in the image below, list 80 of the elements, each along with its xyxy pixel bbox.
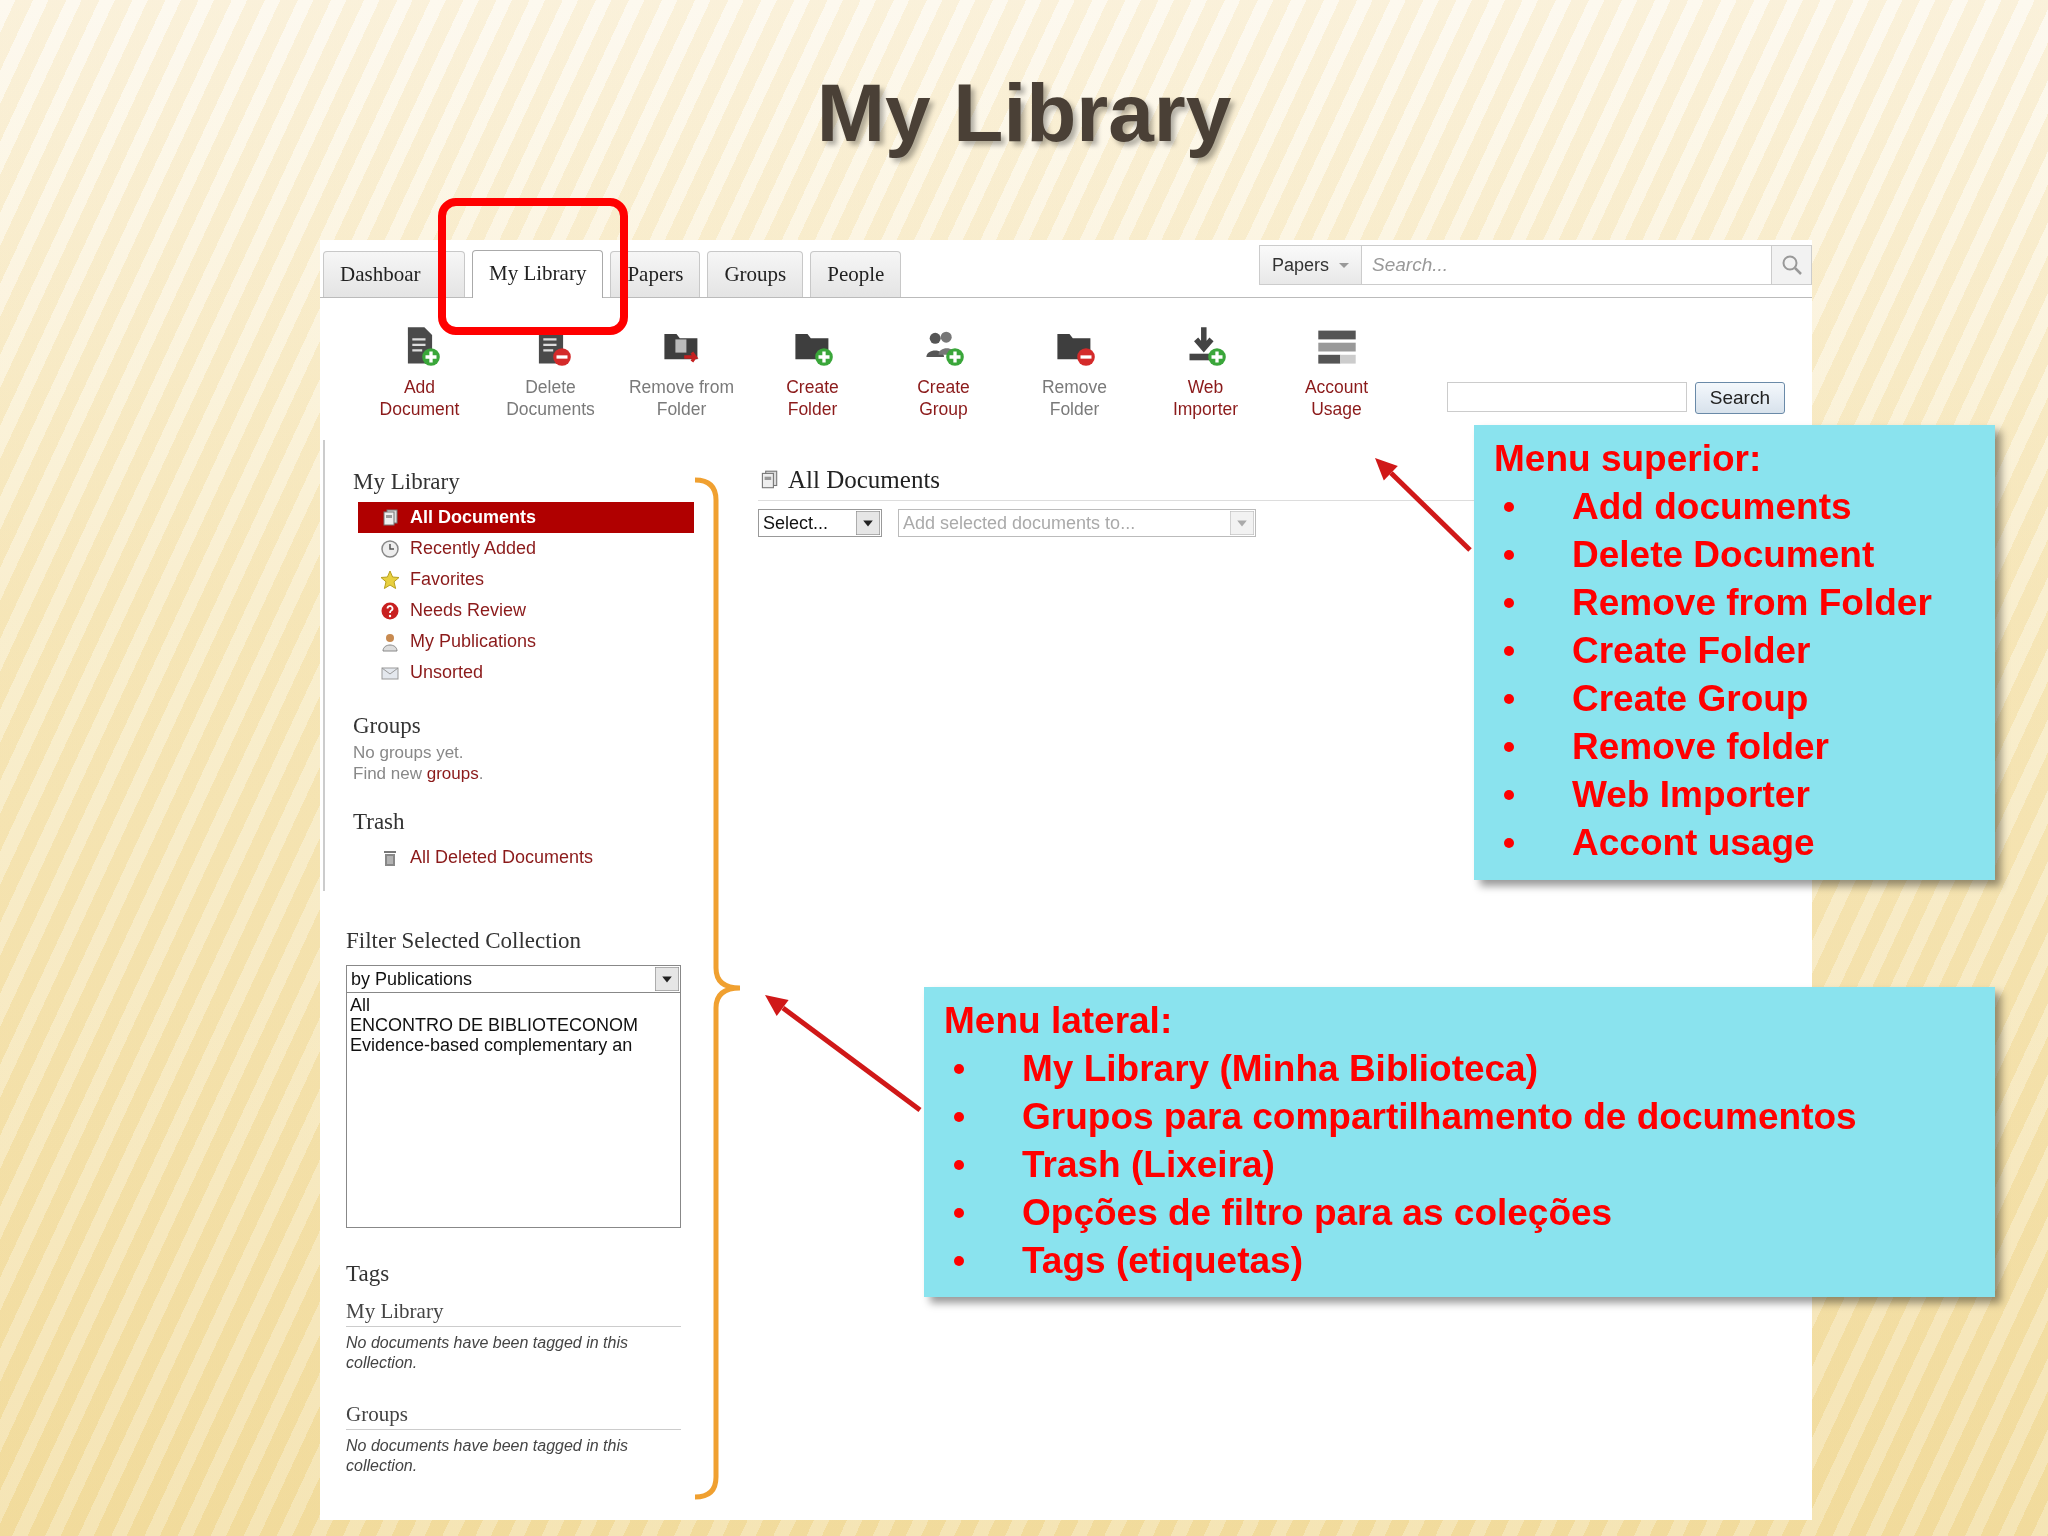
page-heading: All Documents xyxy=(788,465,941,495)
bullet-icon xyxy=(954,1208,964,1218)
callout-title: Menu superior: xyxy=(1494,437,1763,481)
callout-item: Opções de filtro para as coleções xyxy=(1022,1191,1613,1235)
tab[interactable]: People xyxy=(810,251,902,297)
section-heading: My Library xyxy=(353,468,461,496)
search-button[interactable] xyxy=(1772,245,1812,285)
bullet-icon xyxy=(1504,550,1514,560)
callout-item: Tags (etiquetas) xyxy=(1022,1239,1303,1283)
search-field[interactable] xyxy=(1446,382,1687,412)
filter-dropdown[interactable]: by Publications xyxy=(346,965,681,993)
star-icon xyxy=(380,569,400,590)
section-heading: Groups xyxy=(353,712,422,740)
bullet-icon xyxy=(1504,742,1514,752)
bullet-icon xyxy=(954,1064,964,1074)
toolbar-button[interactable]: Create Folder xyxy=(750,298,875,440)
list-option[interactable]: ENCONTRO DE BIBLIOTECONOM xyxy=(350,1015,677,1035)
toolbar-button[interactable]: Add Document xyxy=(357,298,482,440)
collection-list[interactable]: All ENCONTRO DE BIBLIOTECONOM Evidence-based complementary an xyxy=(346,993,681,1228)
list-option[interactable]: Evidence-based complementary an xyxy=(350,1035,677,1055)
toolbar-button[interactable]: Create Group xyxy=(881,298,1006,440)
sidebar-item[interactable]: Favorites xyxy=(358,564,694,595)
hint-text: Find new groups. xyxy=(353,763,485,784)
groups-link[interactable]: groups xyxy=(426,764,479,783)
callout-item: Add documents xyxy=(1572,485,1852,529)
empty-note: No documents have been tagged in this collection. xyxy=(346,1436,629,1476)
section-heading: Trash xyxy=(353,808,406,836)
bullet-icon xyxy=(954,1112,964,1122)
list-option[interactable]: All xyxy=(350,995,677,1015)
subsection-heading: My Library xyxy=(346,1296,681,1327)
slide-title: My Library xyxy=(816,66,1232,160)
callout-item: Delete Document xyxy=(1572,533,1875,577)
question-icon xyxy=(380,600,400,621)
toolbar-button[interactable]: Account Usage xyxy=(1274,298,1399,440)
caret-icon xyxy=(1230,511,1254,535)
callout-item: Accont usage xyxy=(1572,821,1815,865)
select-dropdown[interactable]: Select... xyxy=(758,509,882,537)
bullet-icon xyxy=(1504,502,1514,512)
callout-item: Trash (Lixeira) xyxy=(1022,1143,1275,1187)
empty-note: No documents have been tagged in this collection. xyxy=(346,1333,629,1373)
tab[interactable]: Groups xyxy=(707,251,804,297)
search-button[interactable]: Search xyxy=(1694,382,1785,414)
sidebar-item[interactable]: Needs Review xyxy=(358,595,694,626)
person-icon xyxy=(380,631,400,652)
sidebar-item[interactable]: Recently Added xyxy=(358,533,694,564)
callout-item: Create Folder xyxy=(1572,629,1811,673)
documents-icon xyxy=(380,507,400,528)
scope-dropdown[interactable]: Papers xyxy=(1258,245,1362,285)
search-icon xyxy=(1780,254,1803,276)
bullet-icon xyxy=(1504,790,1514,800)
callout-item: Web Importer xyxy=(1572,773,1810,817)
toolbar-button[interactable]: Web Importer xyxy=(1143,298,1268,440)
clock-icon xyxy=(380,538,400,559)
tab[interactable]: Papers xyxy=(610,251,701,297)
bullet-icon xyxy=(1504,694,1514,704)
bullet-icon xyxy=(1504,598,1514,608)
sidebar-item[interactable]: My Publications xyxy=(358,626,694,657)
caret-icon xyxy=(1339,260,1349,270)
hint-text: No groups yet. xyxy=(353,742,465,763)
tab[interactable]: Dashboar xyxy=(323,251,465,297)
callout-item: Remove folder xyxy=(1572,725,1829,769)
bullet-icon xyxy=(1504,646,1514,656)
sidebar-item[interactable]: Unsorted xyxy=(358,657,694,688)
callout-title: Menu lateral: xyxy=(944,999,1174,1043)
bullet-icon xyxy=(954,1256,964,1266)
section-heading: Tags xyxy=(346,1260,391,1288)
caret-icon xyxy=(856,511,880,535)
bullet-icon xyxy=(954,1160,964,1170)
sidebar-item[interactable]: All Documents xyxy=(358,502,694,533)
callout-item: Create Group xyxy=(1572,677,1809,721)
section-heading: Filter Selected Collection xyxy=(346,927,583,955)
callout-item: Grupos para compartilhamento de documentos xyxy=(1022,1095,1857,1139)
bullet-icon xyxy=(1504,838,1514,848)
subsection-heading: Groups xyxy=(346,1399,681,1430)
callout-item: Remove from Folder xyxy=(1572,581,1932,625)
sidebar-item[interactable]: All Deleted Documents xyxy=(358,842,694,873)
caret-icon xyxy=(655,967,679,991)
callout-item: My Library (Minha Biblioteca) xyxy=(1022,1047,1538,1091)
tab[interactable]: My Library xyxy=(472,250,604,298)
search-field[interactable]: Search... xyxy=(1362,245,1772,285)
